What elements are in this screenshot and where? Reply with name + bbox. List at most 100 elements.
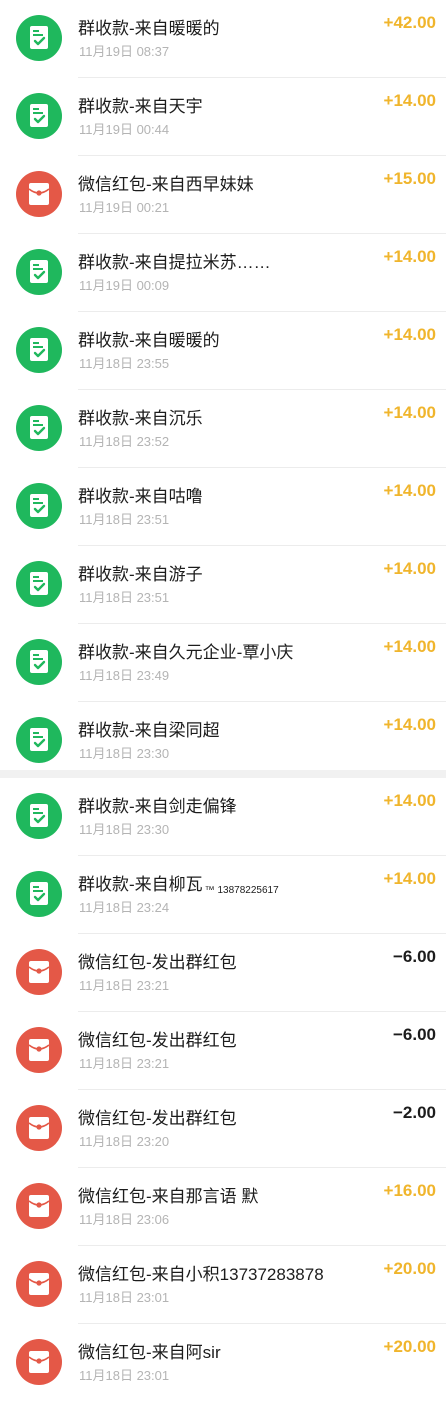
transaction-title-text: 群收款-来自久元企业-覃小庆	[78, 643, 294, 662]
transaction-amount: +15.00	[383, 169, 436, 188]
transaction-title: 群收款-来自剑走偏锋	[78, 792, 237, 817]
transaction-row[interactable]: 群收款-来自咕噜 11月18日 23:51 +14.00	[0, 468, 446, 546]
transaction-list-bottom: 群收款-来自剑走偏锋 11月18日 23:30 +14.00 群收款-来自柳瓦 ™ 13…	[0, 778, 446, 1402]
transaction-title: 群收款-来自提拉米苏……	[78, 248, 271, 273]
transaction-row[interactable]: 群收款-来自游子 11月18日 23:51 +14.00	[0, 546, 446, 624]
group-receipt-icon	[16, 93, 62, 139]
transaction-row[interactable]: 微信红包-来自那言语 默 11月18日 23:06 +16.00	[0, 1168, 446, 1246]
transaction-row[interactable]: 微信红包-发出群红包 11月18日 23:21 −6.00	[0, 934, 446, 1012]
transaction-row[interactable]: 群收款-来自暖暖的 11月19日 08:37 +42.00	[0, 0, 446, 78]
transaction-title-text: 群收款-来自游子	[78, 565, 203, 584]
transaction-row[interactable]: 群收款-来自沉乐 11月18日 23:52 +14.00	[0, 390, 446, 468]
transaction-time: 11月18日 23:52	[79, 434, 170, 449]
transaction-time: 11月19日 08:37	[79, 44, 170, 59]
transaction-title-suffix: ™ 13878225617	[204, 885, 279, 896]
transaction-title: 群收款-来自柳瓦 ™ 13878225617	[78, 870, 279, 896]
group-receipt-icon	[16, 483, 62, 529]
transaction-amount: +14.00	[383, 637, 436, 656]
transaction-time: 11月18日 23:49	[79, 668, 170, 683]
transaction-title-text: 群收款-来自柳瓦	[78, 875, 203, 894]
transaction-title-text: 群收款-来自梁同超	[78, 721, 220, 740]
transaction-row[interactable]: 微信红包-发出群红包 11月18日 23:20 −2.00	[0, 1090, 446, 1168]
transaction-title: 微信红包-发出群红包	[78, 1104, 237, 1129]
red-packet-icon	[16, 171, 62, 217]
transaction-row[interactable]: 微信红包-来自西早妹妹 11月19日 00:21 +15.00	[0, 156, 446, 234]
group-receipt-icon	[16, 871, 62, 917]
transaction-title-text: 群收款-来自沉乐	[78, 409, 203, 428]
transaction-time: 11月18日 23:21	[79, 978, 170, 993]
group-receipt-icon	[16, 717, 62, 763]
group-receipt-icon	[16, 15, 62, 61]
transaction-amount: −6.00	[392, 1025, 436, 1044]
section-divider	[0, 770, 446, 778]
red-packet-icon	[16, 1105, 62, 1151]
transaction-title-text: 群收款-来自天宇	[78, 97, 203, 116]
transaction-time: 11月18日 23:51	[79, 590, 170, 605]
transaction-time: 11月18日 23:30	[79, 746, 170, 761]
transaction-amount: +16.00	[383, 1181, 436, 1200]
transaction-time: 11月18日 23:20	[79, 1134, 170, 1149]
transaction-amount: −6.00	[392, 947, 436, 966]
transaction-title-text: 群收款-来自提拉米苏……	[78, 253, 271, 272]
transaction-amount: +14.00	[383, 869, 436, 888]
red-packet-icon	[16, 1183, 62, 1229]
transaction-time: 11月19日 00:44	[79, 122, 170, 137]
transaction-amount: +14.00	[383, 715, 436, 734]
transaction-row[interactable]: 微信红包-来自小积13737283878 11月18日 23:01 +20.00	[0, 1246, 446, 1324]
transaction-time: 11月18日 23:06	[79, 1212, 170, 1227]
transaction-title: 群收款-来自暖暖的	[78, 326, 220, 351]
transaction-row[interactable]: 群收款-来自暖暖的 11月18日 23:55 +14.00	[0, 312, 446, 390]
transaction-title-text: 微信红包-发出群红包	[78, 953, 237, 972]
transaction-amount: −2.00	[392, 1103, 436, 1122]
red-packet-icon	[16, 1027, 62, 1073]
red-packet-icon	[16, 949, 62, 995]
transaction-amount: +14.00	[383, 325, 436, 344]
transaction-title-text: 群收款-来自咕噜	[78, 487, 203, 506]
transaction-time: 11月19日 00:09	[79, 278, 170, 293]
transaction-amount: +14.00	[383, 403, 436, 422]
transaction-title-text: 群收款-来自暖暖的	[78, 19, 220, 38]
transaction-title: 群收款-来自梁同超	[78, 716, 220, 741]
transaction-amount: +20.00	[383, 1259, 436, 1278]
transaction-row[interactable]: 群收款-来自久元企业-覃小庆 11月18日 23:49 +14.00	[0, 624, 446, 702]
transaction-time: 11月18日 23:21	[79, 1056, 170, 1071]
transaction-title: 微信红包-来自那言语 默	[78, 1182, 258, 1207]
transaction-title: 微信红包-来自阿sir	[78, 1338, 221, 1363]
transaction-row[interactable]: 群收款-来自天宇 11月19日 00:44 +14.00	[0, 78, 446, 156]
transaction-title-text: 微信红包-来自小积13737283878	[78, 1265, 324, 1284]
transaction-title: 微信红包-发出群红包	[78, 948, 237, 973]
transaction-amount: +14.00	[383, 791, 436, 810]
transaction-amount: +14.00	[383, 481, 436, 500]
group-receipt-icon	[16, 793, 62, 839]
transaction-time: 11月18日 23:01	[79, 1368, 170, 1383]
transaction-title-text: 微信红包-发出群红包	[78, 1031, 237, 1050]
transaction-title-text: 微信红包-发出群红包	[78, 1109, 237, 1128]
transaction-amount: +20.00	[383, 1337, 436, 1356]
transaction-amount: +14.00	[383, 559, 436, 578]
transaction-title: 群收款-来自咕噜	[78, 482, 203, 507]
transaction-title-text: 微信红包-来自那言语 默	[78, 1187, 259, 1206]
transaction-title: 群收款-来自暖暖的	[78, 14, 220, 39]
transaction-title-text: 群收款-来自暖暖的	[78, 331, 220, 350]
transaction-row[interactable]: 微信红包-发出群红包 11月18日 23:21 −6.00	[0, 1012, 446, 1090]
transaction-title-text: 群收款-来自剑走偏锋	[78, 797, 237, 816]
transaction-row[interactable]: 群收款-来自梁同超 11月18日 23:30 +14.00	[0, 702, 446, 780]
transaction-title-text: 微信红包-来自西早妹妹	[78, 175, 254, 194]
transaction-title-text: 微信红包-来自阿sir	[78, 1343, 221, 1362]
transaction-row[interactable]: 微信红包-来自阿sir 11月18日 23:01 +20.00	[0, 1324, 446, 1402]
red-packet-icon	[16, 1339, 62, 1385]
transaction-time: 11月18日 23:51	[79, 512, 170, 527]
group-receipt-icon	[16, 249, 62, 295]
transaction-amount: +14.00	[383, 247, 436, 266]
transaction-row[interactable]: 群收款-来自柳瓦 ™ 13878225617 11月18日 23:24 +14.00	[0, 856, 446, 934]
transaction-row[interactable]: 群收款-来自提拉米苏…… 11月19日 00:09 +14.00	[0, 234, 446, 312]
group-receipt-icon	[16, 561, 62, 607]
group-receipt-icon	[16, 405, 62, 451]
transaction-row[interactable]: 群收款-来自剑走偏锋 11月18日 23:30 +14.00	[0, 778, 446, 856]
transaction-time: 11月18日 23:55	[79, 356, 170, 371]
transaction-title: 群收款-来自沉乐	[78, 404, 203, 429]
transaction-time: 11月19日 00:21	[79, 200, 170, 215]
transaction-title: 微信红包-来自小积13737283878	[78, 1260, 324, 1285]
group-receipt-icon	[16, 639, 62, 685]
transaction-amount: +42.00	[383, 13, 436, 32]
